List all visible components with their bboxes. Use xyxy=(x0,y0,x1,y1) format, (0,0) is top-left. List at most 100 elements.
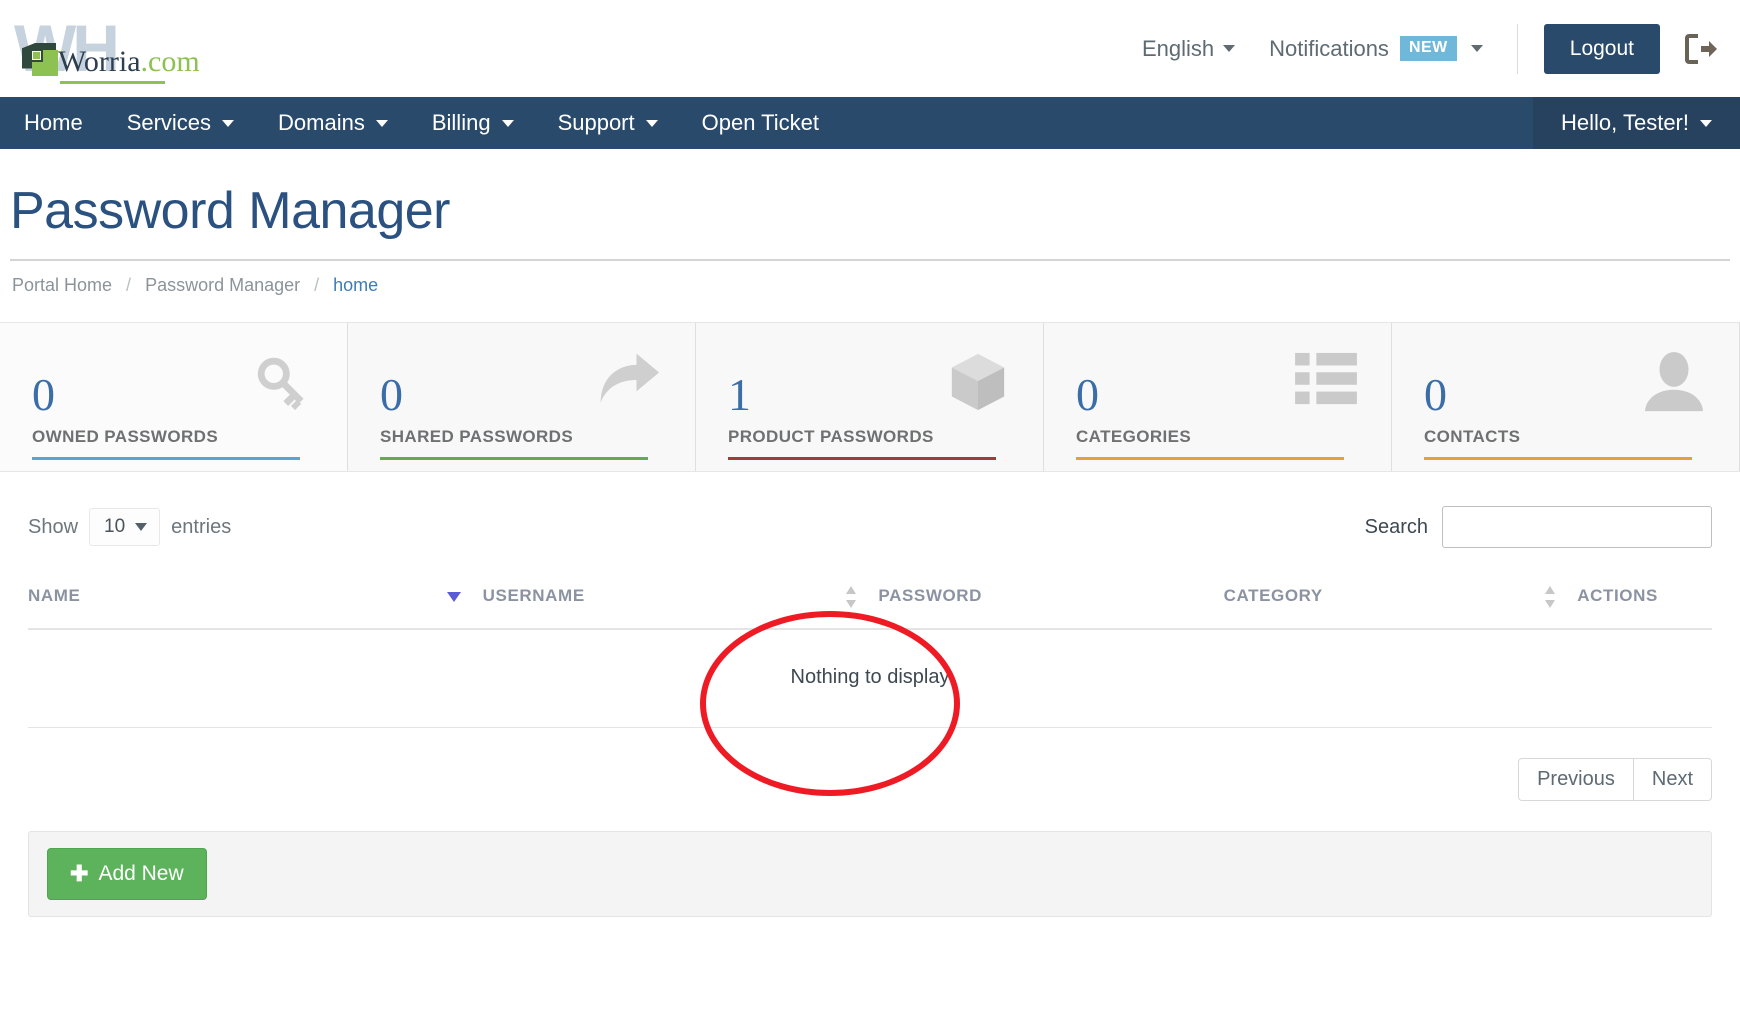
nav-label: Billing xyxy=(431,110,491,135)
stat-card-product-passwords[interactable]: 1 PRODUCT PASSWORDS xyxy=(696,323,1044,471)
nav-item-services[interactable]: Services xyxy=(105,97,256,149)
stat-underline xyxy=(1076,457,1344,460)
cube-icon xyxy=(947,351,1009,418)
share-arrow-icon xyxy=(595,351,661,414)
breadcrumb-separator: / xyxy=(314,275,320,295)
add-new-button[interactable]: ✚ Add New xyxy=(47,848,207,900)
language-label: English xyxy=(1141,35,1215,61)
page-size-value: 10 xyxy=(104,516,126,537)
stat-label: PRODUCT PASSWORDS xyxy=(728,427,934,446)
pagination-previous-button[interactable]: Previous xyxy=(1518,758,1634,801)
panel-footer: ✚ Add New xyxy=(28,831,1712,917)
nav-label: Support xyxy=(557,110,635,135)
page-title: Password Manager xyxy=(10,181,1730,261)
stat-underline xyxy=(728,457,996,460)
column-header-username[interactable]: USERNAME xyxy=(482,574,879,630)
show-entries-group: Show 10 entries xyxy=(28,508,231,546)
entries-label: entries xyxy=(171,515,232,538)
sign-out-icon[interactable] xyxy=(1684,33,1718,65)
user-account-menu[interactable]: Hello, Tester! xyxy=(1533,97,1740,149)
show-label: Show xyxy=(28,515,79,538)
nav-item-home[interactable]: Home xyxy=(0,97,105,149)
pagination-next-button[interactable]: Next xyxy=(1633,758,1712,801)
header-divider xyxy=(1516,23,1518,74)
nav-item-billing[interactable]: Billing xyxy=(410,97,536,149)
table-controls: Show 10 entries Search xyxy=(28,506,1712,548)
stat-card-contacts[interactable]: 0 CONTACTS xyxy=(1392,323,1740,471)
column-label: PASSWORD xyxy=(878,586,983,605)
column-header-actions: ACTIONS xyxy=(1577,574,1712,630)
search-input[interactable] xyxy=(1442,506,1712,548)
search-label: Search xyxy=(1364,515,1428,538)
chevron-down-icon xyxy=(1700,119,1712,127)
pagination: Previous Next xyxy=(28,758,1712,801)
stat-card-categories[interactable]: 0 CATEGORIES xyxy=(1044,323,1392,471)
chevron-down-icon xyxy=(1223,45,1236,52)
language-selector[interactable]: English xyxy=(1141,35,1236,62)
breadcrumb: Portal Home / Password Manager / home xyxy=(12,275,1730,296)
logo-brand-text: Worria.com xyxy=(58,45,200,79)
site-logo[interactable]: WH Worria.com xyxy=(10,9,200,89)
chevron-down-icon xyxy=(135,523,148,531)
logo-brand-tld: .com xyxy=(140,44,200,78)
page-body: Password Manager Portal Home / Password … xyxy=(0,181,1740,296)
column-header-name[interactable]: NAME xyxy=(28,574,483,630)
notifications-label: Notifications xyxy=(1269,35,1389,61)
chevron-down-icon xyxy=(222,119,235,127)
logo-underline xyxy=(60,80,165,84)
column-label: ACTIONS xyxy=(1577,586,1658,605)
nav-item-domains[interactable]: Domains xyxy=(256,97,410,149)
table-header: NAME USERNAME PASSWORD CATEGORY ACTIONS xyxy=(28,574,1712,630)
page-size-select[interactable]: 10 xyxy=(89,508,161,546)
notifications-new-badge: NEW xyxy=(1399,36,1457,61)
column-label: USERNAME xyxy=(482,586,585,605)
header-right-group: English Notifications NEW Logout xyxy=(1142,0,1718,97)
breadcrumb-item-password-manager[interactable]: Password Manager xyxy=(145,275,300,296)
nav-label: Domains xyxy=(278,110,365,135)
nav-label: Home xyxy=(24,110,83,135)
stat-underline xyxy=(380,457,648,460)
user-greeting-label: Hello, Tester! xyxy=(1561,110,1689,135)
top-header: WH Worria.com English Notifications NEW … xyxy=(0,0,1740,97)
table-body: Nothing to display xyxy=(28,629,1712,728)
logout-button[interactable]: Logout xyxy=(1543,23,1660,74)
stat-card-owned-passwords[interactable]: 0 OWNED PASSWORDS xyxy=(0,323,348,471)
search-group: Search xyxy=(1365,506,1712,548)
stat-underline xyxy=(1424,457,1692,460)
table-empty-row: Nothing to display xyxy=(28,629,1712,728)
password-table-section: Show 10 entries Search NAME USERNAME PAS… xyxy=(0,506,1740,801)
stat-underline xyxy=(32,457,300,460)
stats-summary-row: 0 OWNED PASSWORDS 0 SHARED PASSWORDS 1 P… xyxy=(0,322,1740,796)
column-label: NAME xyxy=(28,586,81,605)
plus-icon: ✚ xyxy=(70,861,89,886)
sort-both-icon xyxy=(846,586,857,608)
add-new-label: Add New xyxy=(98,862,184,885)
sort-both-icon xyxy=(1545,586,1556,608)
breadcrumb-separator: / xyxy=(126,275,132,295)
table-header-row: NAME USERNAME PASSWORD CATEGORY ACTIONS xyxy=(28,574,1712,630)
sort-descending-icon xyxy=(446,592,461,602)
nav-label: Services xyxy=(126,110,212,135)
empty-message: Nothing to display xyxy=(28,629,1712,728)
passwords-table: NAME USERNAME PASSWORD CATEGORY ACTIONS xyxy=(28,574,1712,728)
chevron-down-icon xyxy=(375,119,388,127)
stat-label: SHARED PASSWORDS xyxy=(380,427,574,446)
breadcrumb-item-portal-home[interactable]: Portal Home xyxy=(12,275,112,296)
nav-item-support[interactable]: Support xyxy=(536,97,680,149)
chevron-down-icon xyxy=(645,119,658,127)
notifications-menu[interactable]: Notifications NEW xyxy=(1269,36,1483,62)
column-header-category[interactable]: CATEGORY xyxy=(1223,574,1578,630)
breadcrumb-item-home[interactable]: home xyxy=(333,275,378,296)
nav-item-open-ticket[interactable]: Open Ticket xyxy=(680,97,841,149)
logo-brand-name: Worria xyxy=(58,44,141,78)
chevron-down-icon xyxy=(501,119,514,127)
main-navigation: Home Services Domains Billing Support Op… xyxy=(0,97,1740,149)
stat-label: CONTACTS xyxy=(1424,427,1521,446)
chevron-down-icon xyxy=(1470,45,1483,52)
stat-label: OWNED PASSWORDS xyxy=(32,427,219,446)
stat-label: CATEGORIES xyxy=(1076,427,1192,446)
nav-label: Open Ticket xyxy=(701,110,820,135)
stat-card-shared-passwords[interactable]: 0 SHARED PASSWORDS xyxy=(348,323,696,471)
key-icon xyxy=(251,351,313,418)
column-header-password[interactable]: PASSWORD xyxy=(878,574,1224,630)
